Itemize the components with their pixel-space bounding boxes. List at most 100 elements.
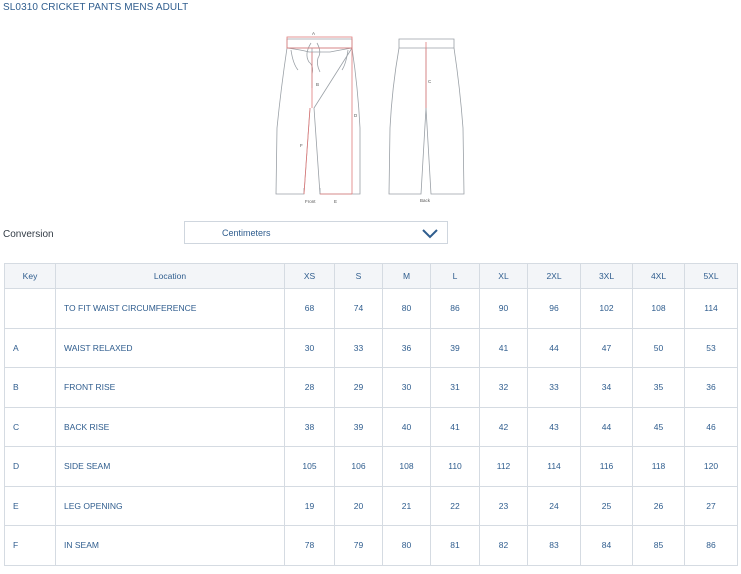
row-location: BACK RISE — [55, 406, 285, 447]
size-value-cell: 84 — [580, 525, 633, 566]
size-value-cell: 39 — [334, 406, 383, 447]
size-value-cell: 22 — [430, 485, 480, 526]
size-value-cell: 78 — [284, 525, 335, 566]
column-header: Location — [55, 263, 285, 289]
size-value-cell: 46 — [684, 406, 738, 447]
size-value-cell: 86 — [684, 525, 738, 566]
size-value-cell: 29 — [334, 367, 383, 408]
label-c: C — [428, 79, 432, 84]
front-measure-lines — [286, 36, 353, 195]
row-location: LEG OPENING — [55, 485, 285, 526]
label-b: B — [316, 82, 319, 87]
size-value-cell: 50 — [632, 327, 685, 368]
label-a: A — [312, 31, 315, 36]
label-f: F — [300, 143, 303, 148]
front-label: Front — [305, 199, 316, 204]
size-value-cell: 43 — [527, 406, 581, 447]
size-value-cell: 110 — [430, 446, 480, 487]
size-value-cell: 108 — [632, 288, 685, 329]
size-value-cell: 74 — [334, 288, 383, 329]
column-header: XL — [479, 263, 528, 289]
size-value-cell: 26 — [632, 485, 685, 526]
size-value-cell: 106 — [334, 446, 383, 487]
size-value-cell: 105 — [284, 446, 335, 487]
table-row: F IN SEAM 78 79 80 81 82 83 84 85 86 — [4, 525, 738, 566]
size-value-cell: 53 — [684, 327, 738, 368]
size-value-cell: 23 — [479, 485, 528, 526]
size-value-cell: 86 — [430, 288, 480, 329]
row-key: C — [4, 406, 56, 447]
size-value-cell: 35 — [632, 367, 685, 408]
column-header: XS — [284, 263, 335, 289]
size-value-cell: 40 — [382, 406, 431, 447]
size-value-cell: 33 — [334, 327, 383, 368]
size-value-cell: 19 — [284, 485, 335, 526]
size-value-cell: 21 — [382, 485, 431, 526]
size-value-cell: 30 — [284, 327, 335, 368]
size-value-cell: 25 — [580, 485, 633, 526]
column-header: 3XL — [580, 263, 633, 289]
column-header: 4XL — [632, 263, 685, 289]
chevron-down-icon[interactable] — [421, 227, 439, 239]
row-location: WAIST RELAXED — [55, 327, 285, 368]
row-key: E — [4, 485, 56, 526]
size-value-cell: 79 — [334, 525, 383, 566]
table-row: TO FIT WAIST CIRCUMFERENCE 68 74 80 86 90 96 10… — [4, 288, 738, 329]
back-pants-illustration — [388, 38, 465, 195]
size-value-cell: 85 — [632, 525, 685, 566]
size-value-cell: 102 — [580, 288, 633, 329]
size-value-cell: 83 — [527, 525, 581, 566]
size-value-cell: 120 — [684, 446, 738, 487]
column-header: S — [334, 263, 383, 289]
size-value-cell: 27 — [684, 485, 738, 526]
size-value-cell: 81 — [430, 525, 480, 566]
size-value-cell: 28 — [284, 367, 335, 408]
table-row: B FRONT RISE 28 29 30 31 32 33 34 35 36 — [4, 367, 738, 408]
size-value-cell: 116 — [580, 446, 633, 487]
page-title: SL0310 CRICKET PANTS MENS ADULT — [3, 2, 189, 13]
size-value-cell: 44 — [527, 327, 581, 368]
table-header-row: Key Location XS S M L XL 2XL 3XL 4XL 5XL — [4, 263, 738, 289]
pants-measurement-diagram: A B D F E Front C Back — [275, 31, 465, 204]
size-value-cell: 82 — [479, 525, 528, 566]
size-value-cell: 112 — [479, 446, 528, 487]
label-e: E — [334, 199, 337, 204]
unit-conversion-value: Centimeters — [222, 228, 271, 238]
size-value-cell: 68 — [284, 288, 335, 329]
size-value-cell: 114 — [684, 288, 738, 329]
size-value-cell: 45 — [632, 406, 685, 447]
label-d: D — [354, 113, 358, 118]
size-value-cell: 44 — [580, 406, 633, 447]
row-location: TO FIT WAIST CIRCUMFERENCE — [55, 288, 285, 329]
table-row: C BACK RISE 38 39 40 41 42 43 44 45 46 — [4, 406, 738, 447]
size-value-cell: 80 — [382, 288, 431, 329]
row-location: IN SEAM — [55, 525, 285, 566]
size-value-cell: 114 — [527, 446, 581, 487]
row-key: F — [4, 525, 56, 566]
column-header: 2XL — [527, 263, 581, 289]
row-key: B — [4, 367, 56, 408]
size-value-cell: 42 — [479, 406, 528, 447]
unit-conversion-select[interactable]: Centimeters — [184, 221, 448, 244]
front-pants-illustration — [275, 38, 361, 195]
size-value-cell: 41 — [430, 406, 480, 447]
row-key: D — [4, 446, 56, 487]
row-location: FRONT RISE — [55, 367, 285, 408]
size-chart-table: Key Location XS S M L XL 2XL 3XL 4XL 5XL TO FIT WA… — [4, 263, 738, 566]
size-value-cell: 36 — [684, 367, 738, 408]
column-header: M — [382, 263, 431, 289]
table-row: E LEG OPENING 19 20 21 22 23 24 25 26 27 — [4, 485, 738, 526]
column-header: 5XL — [684, 263, 738, 289]
back-label: Back — [420, 198, 431, 203]
row-key: A — [4, 327, 56, 368]
size-value-cell: 96 — [527, 288, 581, 329]
size-value-cell: 33 — [527, 367, 581, 408]
size-value-cell: 30 — [382, 367, 431, 408]
size-value-cell: 80 — [382, 525, 431, 566]
column-header: Key — [4, 263, 56, 289]
size-value-cell: 90 — [479, 288, 528, 329]
conversion-label: Conversion — [3, 229, 54, 240]
table-row: A WAIST RELAXED 30 33 36 39 41 44 47 50 53 — [4, 327, 738, 368]
size-value-cell: 38 — [284, 406, 335, 447]
column-header: L — [430, 263, 480, 289]
